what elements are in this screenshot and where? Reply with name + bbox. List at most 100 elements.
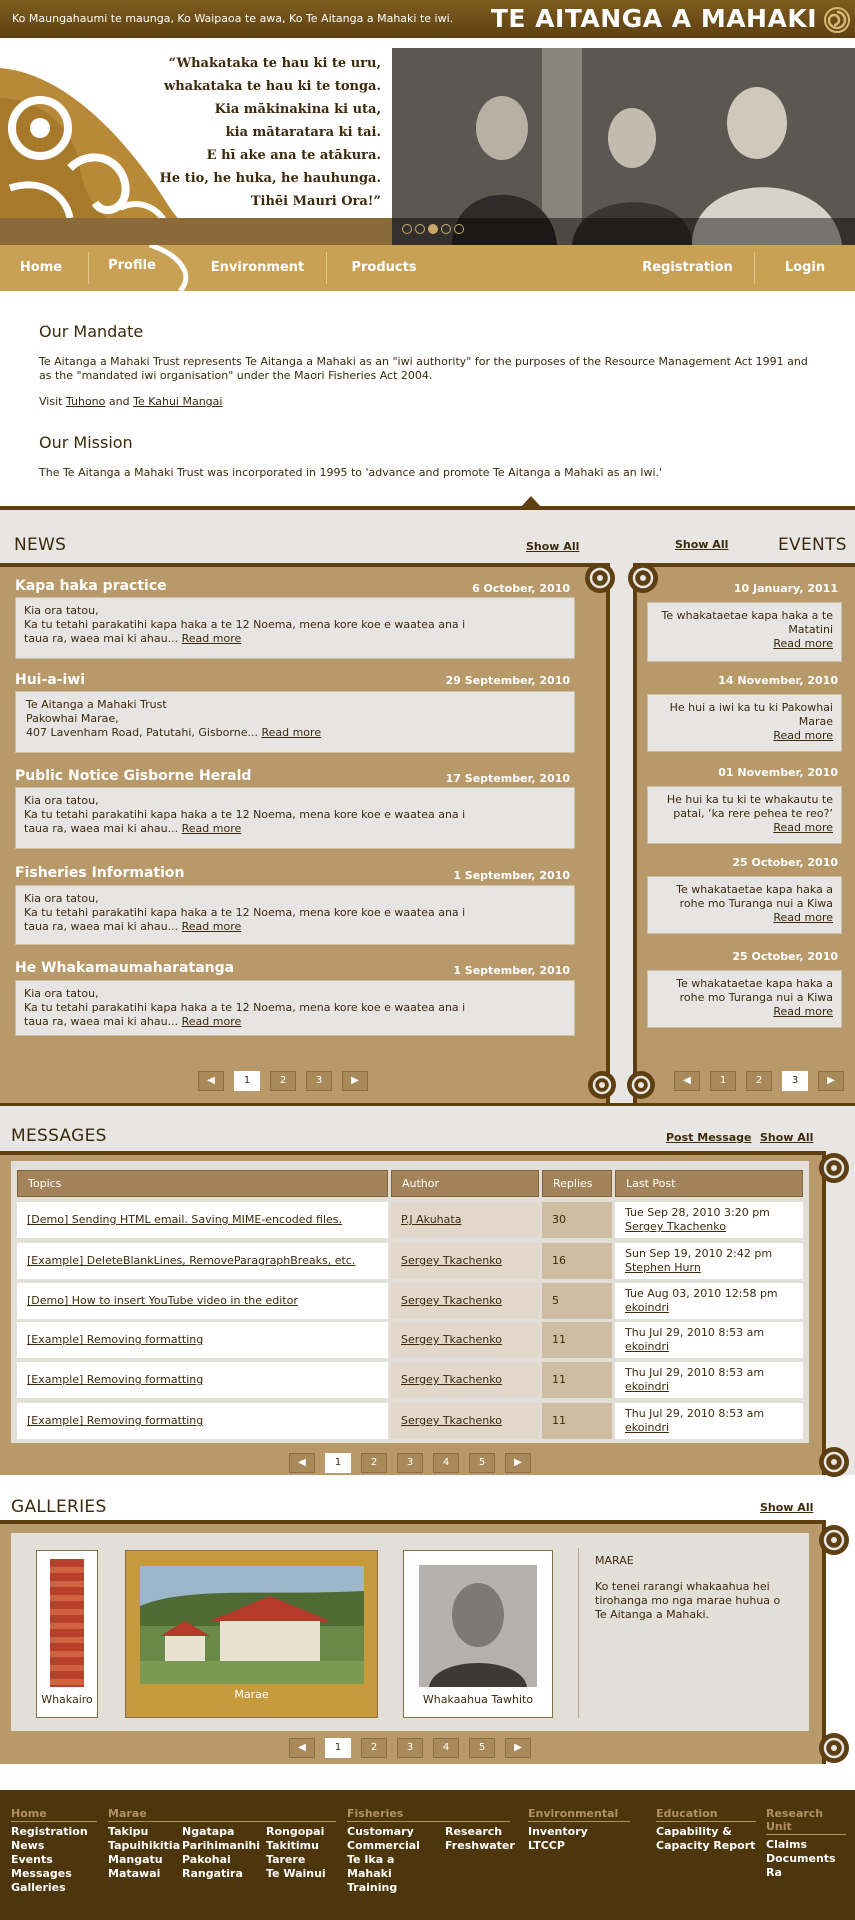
next-page-button[interactable]: ▶	[505, 1738, 531, 1758]
page-button[interactable]: 1	[234, 1071, 260, 1091]
page-button[interactable]: 4	[433, 1453, 459, 1473]
mission-title: Our Mission	[39, 433, 133, 452]
gallery-card-whakaahua-tawhito[interactable]: Whakaahua Tawhito	[403, 1550, 553, 1718]
footer-col-education: Education Capability & Capacity Report	[656, 1807, 756, 1852]
page-button[interactable]: 2	[270, 1071, 296, 1091]
nav-registration[interactable]: Registration	[630, 245, 745, 291]
gallery-card-whakairo[interactable]: Whakairo	[36, 1550, 98, 1718]
page-button[interactable]: 2	[746, 1071, 772, 1091]
read-more-link[interactable]: Read more	[773, 1005, 833, 1018]
mandate-title: Our Mandate	[39, 322, 144, 341]
last-post-author-link[interactable]: ekoindri	[625, 1421, 793, 1435]
slide-dot[interactable]	[441, 224, 451, 234]
col-header-author[interactable]: Author	[391, 1170, 539, 1197]
page-button[interactable]: 5	[469, 1453, 495, 1473]
galleries-show-all[interactable]: Show All	[760, 1501, 813, 1514]
topic-cell: [Example] Removing formatting	[17, 1403, 388, 1439]
col-header-last-post[interactable]: Last Post	[615, 1170, 803, 1197]
col-header-topics[interactable]: Topics	[17, 1170, 388, 1197]
page-button[interactable]: 4	[433, 1738, 459, 1758]
topic-link[interactable]: [Example] DeleteBlankLines, RemoveParagr…	[27, 1254, 378, 1268]
nav-environment[interactable]: Environment	[200, 245, 315, 291]
read-more-link[interactable]: Read more	[182, 632, 242, 645]
next-page-button[interactable]: ▶	[818, 1071, 844, 1091]
topic-link[interactable]: [Example] Removing formatting	[27, 1373, 378, 1387]
prev-page-button[interactable]: ◀	[674, 1071, 700, 1091]
col-header-replies[interactable]: Replies	[542, 1170, 612, 1197]
topic-link[interactable]: [Example] Removing formatting	[27, 1414, 378, 1428]
next-page-button[interactable]: ▶	[505, 1453, 531, 1473]
tuhono-link[interactable]: Tuhono	[66, 395, 105, 408]
last-post-author-link[interactable]: ekoindri	[625, 1340, 793, 1354]
topic-link[interactable]: [Demo] Sending HTML email. Saving MIME-e…	[27, 1213, 378, 1227]
slide-dot[interactable]	[415, 224, 425, 234]
news-item-title[interactable]: He Whakamaumaharatanga	[15, 960, 234, 976]
te-kahui-mangai-link[interactable]: Te Kahui Mangai	[133, 395, 222, 408]
next-page-button[interactable]: ▶	[342, 1071, 368, 1091]
author-link[interactable]: P.J Akuhata	[401, 1213, 529, 1227]
author-link[interactable]: Sergey Tkachenko	[401, 1373, 529, 1387]
read-more-link[interactable]: Read more	[773, 729, 833, 742]
slideshow-dots	[402, 224, 464, 234]
author-link[interactable]: Sergey Tkachenko	[401, 1254, 529, 1268]
last-post-author-link[interactable]: Sergey Tkachenko	[625, 1220, 793, 1234]
page-button[interactable]: 1	[325, 1453, 351, 1473]
prev-page-button[interactable]: ◀	[289, 1738, 315, 1758]
page-button[interactable]: 3	[397, 1738, 423, 1758]
slide-dot[interactable]	[454, 224, 464, 234]
site-logo-text[interactable]: TE AITANGA A MAHAKI	[491, 4, 817, 33]
author-cell: Sergey Tkachenko	[391, 1243, 539, 1279]
main-nav: Home Profile Environment Products Regist…	[0, 245, 855, 291]
author-link[interactable]: Sergey Tkachenko	[401, 1333, 529, 1347]
page-button[interactable]: 3	[306, 1071, 332, 1091]
pointer-icon	[520, 496, 542, 508]
news-heading: NEWS	[14, 535, 67, 555]
author-link[interactable]: Sergey Tkachenko	[401, 1414, 529, 1428]
page-button[interactable]: 1	[710, 1071, 736, 1091]
slide-dot-active[interactable]	[428, 224, 438, 234]
page-button[interactable]: 2	[361, 1453, 387, 1473]
post-message-link[interactable]: Post Message	[666, 1131, 752, 1144]
topic-link[interactable]: [Example] Removing formatting	[27, 1333, 378, 1347]
event-date: 01 November, 2010	[718, 766, 838, 779]
read-more-link[interactable]: Read more	[182, 920, 242, 933]
page-button[interactable]: 3	[782, 1071, 808, 1091]
news-item-title[interactable]: Fisheries Information	[15, 865, 184, 881]
read-more-link[interactable]: Read more	[773, 821, 833, 834]
mission-body: The Te Aitanga a Mahaki Trust was incorp…	[39, 466, 663, 479]
read-more-link[interactable]: Read more	[182, 822, 242, 835]
nav-login[interactable]: Login	[760, 245, 850, 291]
gallery-card-marae[interactable]: Marae	[125, 1550, 378, 1718]
read-more-link[interactable]: Read more	[773, 637, 833, 650]
messages-show-all[interactable]: Show All	[760, 1131, 813, 1144]
koru-icon	[819, 1733, 849, 1763]
mandate-section: Our Mandate Te Aitanga a Mahaki Trust re…	[39, 322, 819, 492]
slide-dot[interactable]	[402, 224, 412, 234]
prev-page-button[interactable]: ◀	[289, 1453, 315, 1473]
page-button[interactable]: 1	[325, 1738, 351, 1758]
last-post-author-link[interactable]: ekoindri	[625, 1380, 793, 1394]
nav-products[interactable]: Products	[334, 245, 434, 291]
last-post-author-link[interactable]: Stephen Hurn	[625, 1261, 793, 1275]
nav-home[interactable]: Home	[0, 245, 82, 291]
koru-icon	[819, 1447, 849, 1477]
last-post-author-link[interactable]: ekoindri	[625, 1301, 793, 1315]
events-show-all[interactable]: Show All	[675, 538, 728, 551]
author-cell: Sergey Tkachenko	[391, 1283, 539, 1319]
news-item-title[interactable]: Hui-a-iwi	[15, 672, 85, 688]
messages-heading: MESSAGES	[11, 1126, 107, 1146]
news-item-title[interactable]: Kapa haka practice	[15, 578, 167, 594]
news-item-title[interactable]: Public Notice Gisborne Herald	[15, 768, 251, 784]
last-post-cell: Sun Sep 19, 2010 2:42 pm Stephen Hurn	[615, 1243, 803, 1279]
prev-page-button[interactable]: ◀	[198, 1071, 224, 1091]
read-more-link[interactable]: Read more	[261, 726, 321, 739]
page-button[interactable]: 2	[361, 1738, 387, 1758]
read-more-link[interactable]: Read more	[773, 911, 833, 924]
page-button[interactable]: 3	[397, 1453, 423, 1473]
page-button[interactable]: 5	[469, 1738, 495, 1758]
news-show-all[interactable]: Show All	[526, 540, 579, 553]
topic-link[interactable]: [Demo] How to insert YouTube video in th…	[27, 1294, 378, 1308]
read-more-link[interactable]: Read more	[182, 1015, 242, 1028]
author-link[interactable]: Sergey Tkachenko	[401, 1294, 529, 1308]
koru-icon	[819, 1153, 849, 1183]
